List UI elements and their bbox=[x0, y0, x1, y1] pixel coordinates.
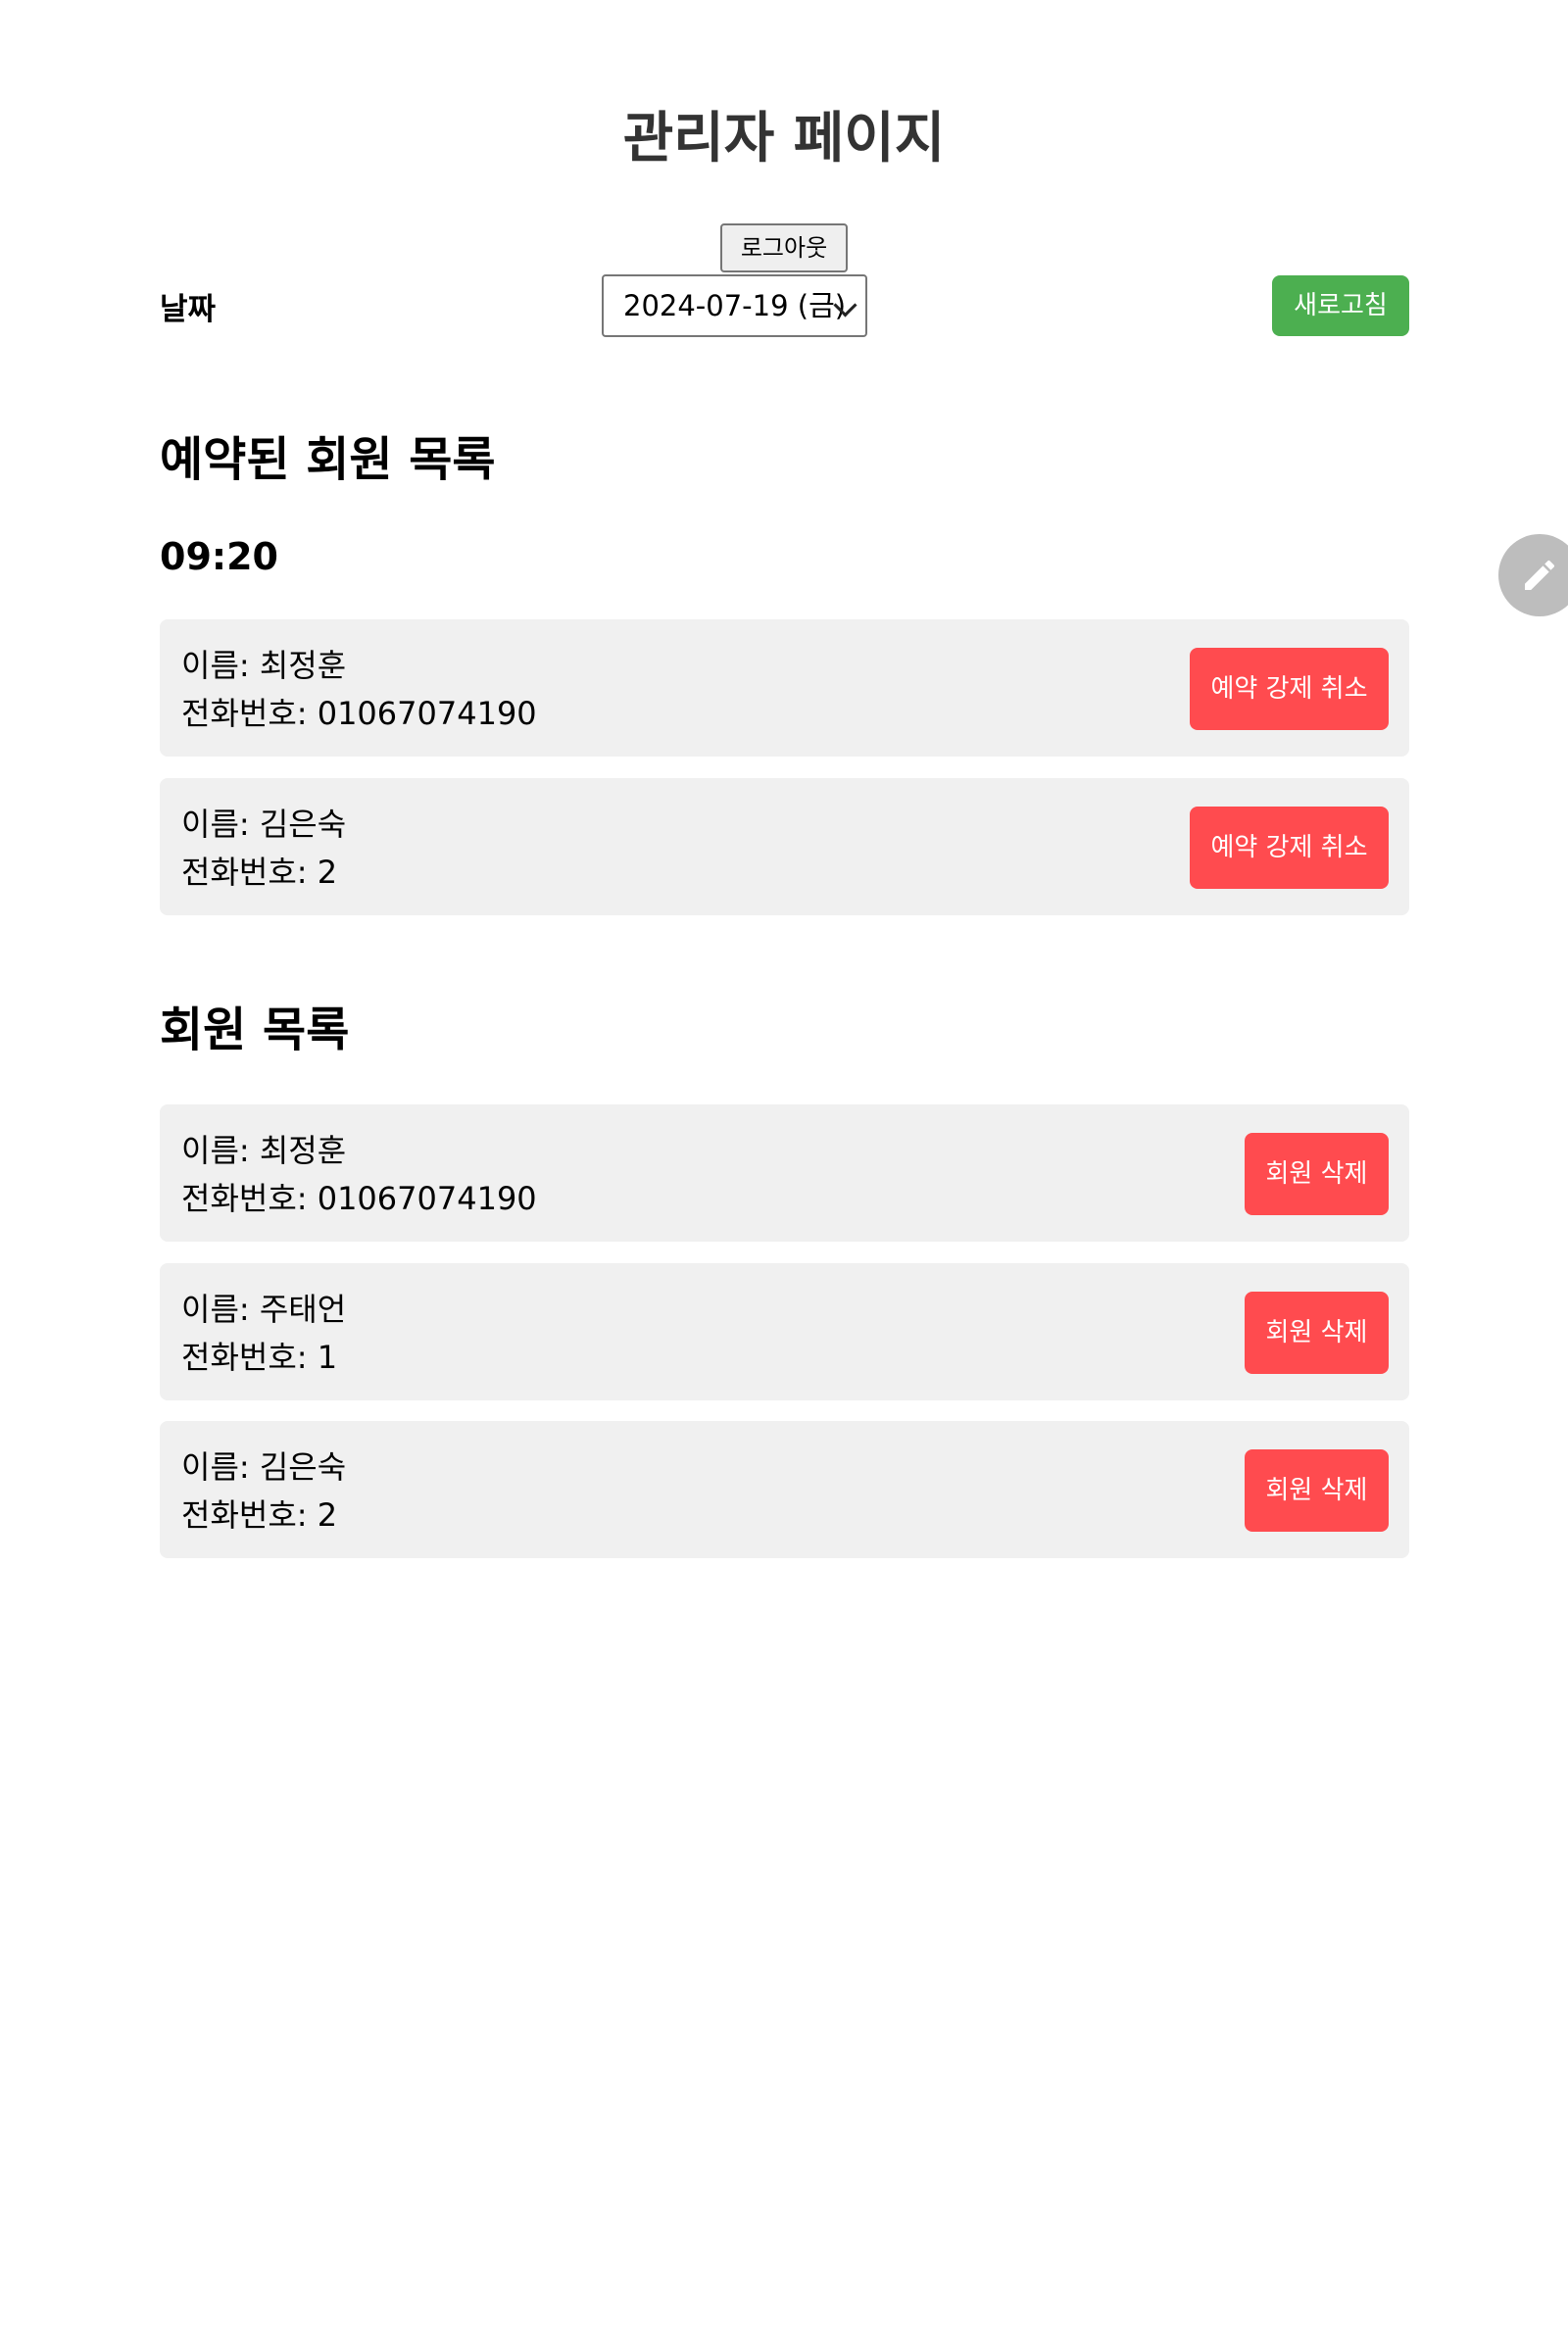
force-cancel-button[interactable]: 예약 강제 취소 bbox=[1190, 807, 1389, 889]
member-name: 이름: 김은숙 bbox=[181, 806, 347, 843]
members-heading: 회원 목록 bbox=[160, 1003, 350, 1057]
pencil-icon bbox=[1525, 560, 1555, 590]
member-card: 이름: 주태언 전화번호: 1 회원 삭제 bbox=[160, 1263, 1409, 1400]
member-name: 이름: 최정훈 bbox=[181, 647, 347, 684]
member-info: 이름: 최정훈 전화번호: 01067074190 bbox=[181, 642, 537, 738]
member-phone: 전화번호: 1 bbox=[181, 1339, 338, 1376]
member-info: 이름: 최정훈 전화번호: 01067074190 bbox=[181, 1127, 537, 1223]
logout-button[interactable]: 로그아웃 bbox=[720, 223, 848, 272]
page-title: 관리자 페이지 bbox=[622, 107, 946, 171]
member-info: 이름: 김은숙 전화번호: 2 bbox=[181, 801, 346, 897]
member-card: 이름: 최정훈 전화번호: 01067074190 회원 삭제 bbox=[160, 1104, 1409, 1242]
member-name: 이름: 주태언 bbox=[181, 1291, 347, 1328]
edit-fab-button[interactable] bbox=[1498, 534, 1568, 616]
time-slot: 09:20 bbox=[160, 535, 278, 578]
delete-member-button[interactable]: 회원 삭제 bbox=[1245, 1449, 1389, 1532]
member-name: 이름: 최정훈 bbox=[181, 1132, 347, 1169]
member-phone: 전화번호: 01067074190 bbox=[181, 1180, 537, 1217]
date-label: 날짜 bbox=[160, 292, 217, 327]
member-info: 이름: 김은숙 전화번호: 2 bbox=[181, 1444, 346, 1540]
delete-member-button[interactable]: 회원 삭제 bbox=[1245, 1292, 1389, 1374]
force-cancel-button[interactable]: 예약 강제 취소 bbox=[1190, 648, 1389, 730]
member-info: 이름: 주태언 전화번호: 1 bbox=[181, 1286, 346, 1382]
reserved-heading: 예약된 회원 목록 bbox=[160, 432, 496, 487]
member-phone: 전화번호: 2 bbox=[181, 1496, 338, 1534]
reserved-card: 이름: 김은숙 전화번호: 2 예약 강제 취소 bbox=[160, 778, 1409, 915]
reserved-card: 이름: 최정훈 전화번호: 01067074190 예약 강제 취소 bbox=[160, 619, 1409, 757]
member-phone: 전화번호: 01067074190 bbox=[181, 695, 537, 732]
delete-member-button[interactable]: 회원 삭제 bbox=[1245, 1133, 1389, 1215]
member-name: 이름: 김은숙 bbox=[181, 1448, 347, 1486]
refresh-button[interactable]: 새로고침 bbox=[1272, 275, 1409, 336]
member-card: 이름: 김은숙 전화번호: 2 회원 삭제 bbox=[160, 1421, 1409, 1558]
date-select[interactable]: 2024-07-19 (금) bbox=[602, 274, 867, 337]
member-phone: 전화번호: 2 bbox=[181, 854, 338, 891]
date-select-value: 2024-07-19 (금) bbox=[623, 289, 847, 322]
